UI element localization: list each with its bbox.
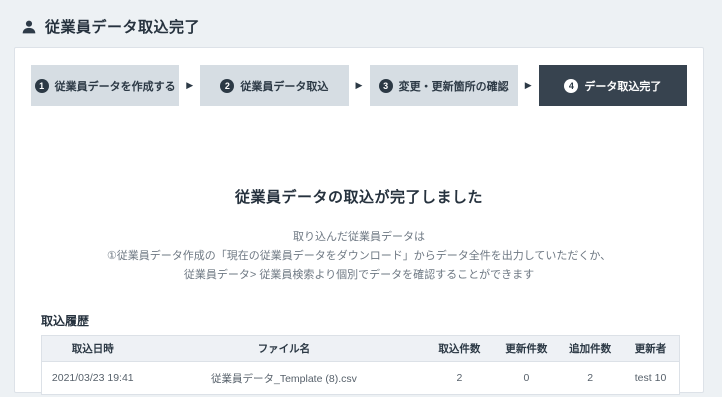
column-header-added-count: 追加件数 [558,335,623,362]
step-4-number-badge: 4 [564,78,579,93]
completion-heading: 従業員データの取込が完了しました [234,189,483,206]
step-arrow-icon: ▶ [186,80,194,90]
step-2-label: 従業員データ取込 [240,80,329,93]
import-history-table: 取込日時 ファイル名 取込件数 更新件数 追加件数 更新者 2021/03/23… [41,335,680,395]
content-card: 1 従業員データを作成する ▶ 2 従業員データ取込 ▶ 3 変更・更新箇所の確… [14,47,704,395]
step-3-number-badge: 3 [378,78,393,93]
step-1-label: 従業員データを作成する [54,80,176,93]
completion-description: 取り込んだ従業員データは ①従業員データ作成の「現在の従業員データをダウンロード… [31,228,687,285]
step-1-create-employee-data: 1 従業員データを作成する [31,65,180,106]
cell-updater: test 10 [622,361,680,395]
page: 従業員データ取込完了 1 従業員データを作成する ▶ 2 従業員データ取込 ▶ … [0,0,722,397]
column-header-imported-count: 取込件数 [424,335,495,362]
cell-import-datetime: 2021/03/23 19:41 [41,361,144,395]
step-arrow-icon: ▶ [355,80,363,90]
step-3-confirm-changes: 3 変更・更新箇所の確認 [369,65,518,106]
column-header-updated-count: 更新件数 [494,335,559,362]
import-history-title: 取込履歴 [41,314,90,328]
step-arrow-icon: ▶ [524,80,532,90]
cell-updated-count: 0 [494,361,559,395]
user-icon [21,19,37,35]
step-1-number-badge: 1 [34,78,49,93]
cell-imported-count: 2 [424,361,495,395]
description-line: ①従業員データ作成の「現在の従業員データをダウンロード」からデータ全件を出力して… [106,250,612,262]
page-title: 従業員データ取込完了 [45,19,201,36]
description-line: 従業員データ> 従業員検索より個別でデータを確認することができます [183,269,535,281]
table-header-row: 取込日時 ファイル名 取込件数 更新件数 追加件数 更新者 [41,335,680,362]
cell-filename: 従業員データ_Template (8).csv [143,361,425,395]
step-2-import-employee-data: 2 従業員データ取込 [200,65,349,106]
column-header-updater: 更新者 [622,335,680,362]
page-header: 従業員データ取込完了 [0,0,722,47]
column-header-import-datetime: 取込日時 [41,335,144,362]
description-line: 取り込んだ従業員データは [293,231,425,243]
step-3-label: 変更・更新箇所の確認 [398,80,509,93]
table-row: 2021/03/23 19:41 従業員データ_Template (8).csv… [41,361,680,395]
step-4-label: データ取込完了 [584,80,662,93]
step-2-number-badge: 2 [220,78,235,93]
cell-added-count: 2 [558,361,623,395]
step-4-import-complete: 4 データ取込完了 [538,65,687,106]
column-header-filename: ファイル名 [143,335,425,362]
stepper: 1 従業員データを作成する ▶ 2 従業員データ取込 ▶ 3 変更・更新箇所の確… [31,65,687,106]
